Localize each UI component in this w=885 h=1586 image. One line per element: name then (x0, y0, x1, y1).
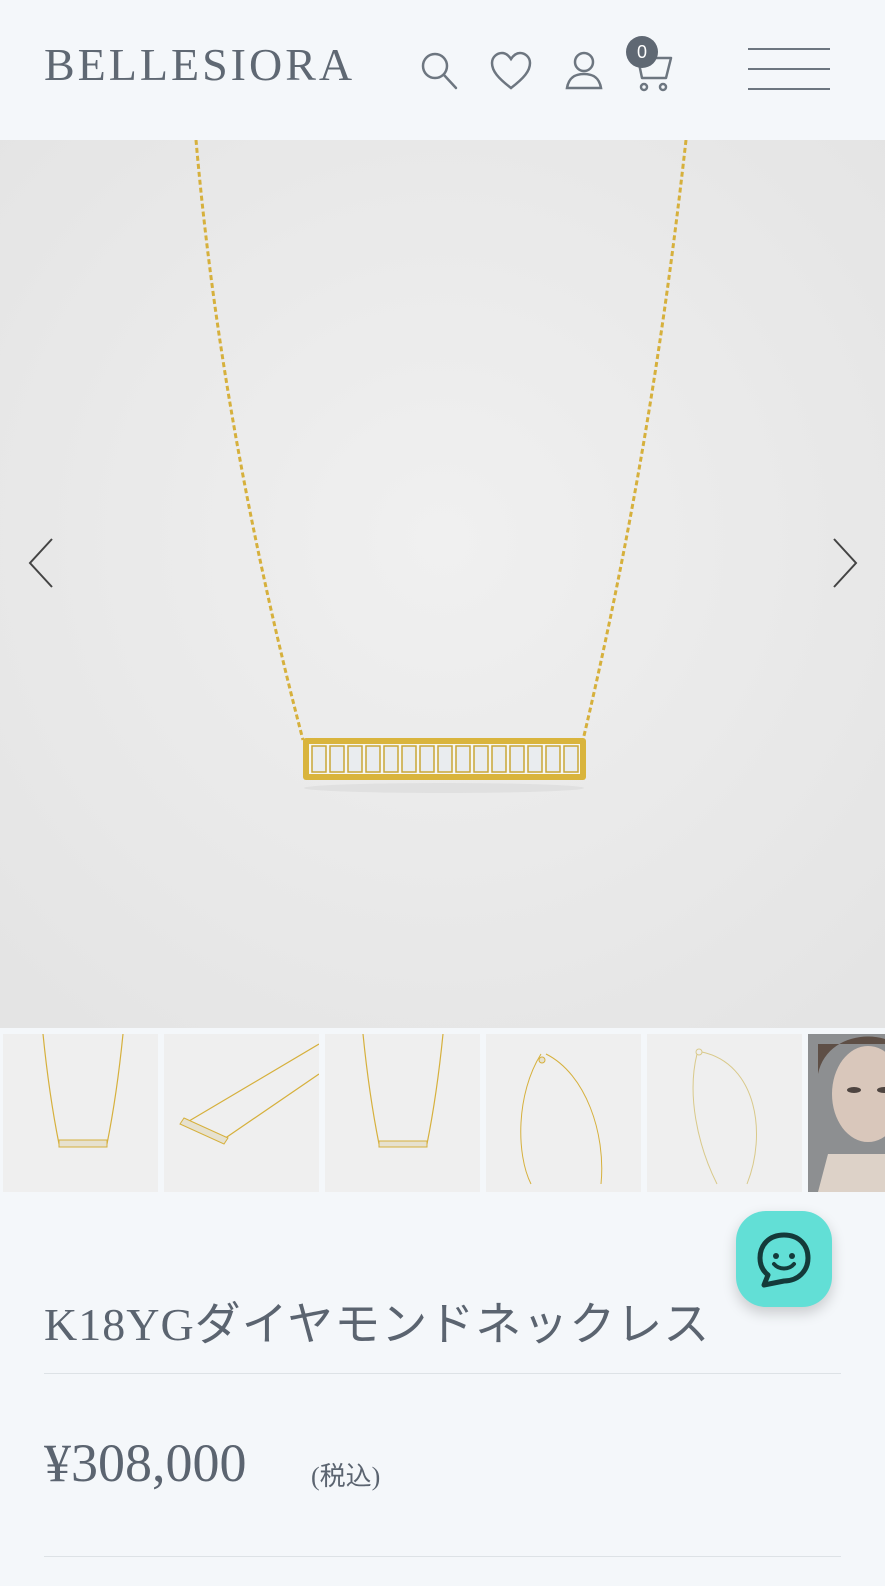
product-title: K18YGダイヤモンドネックレス (44, 1299, 711, 1350)
thumbnail-1[interactable] (3, 1034, 158, 1192)
necklace-image (0, 140, 885, 1028)
chat-bubble-icon (757, 1232, 811, 1288)
thumbnail-4[interactable] (486, 1034, 641, 1192)
thumbnail-6-model[interactable] (808, 1034, 885, 1192)
thumbnail-3[interactable] (325, 1034, 480, 1192)
product-main-image (0, 140, 885, 1028)
thumbnail-5[interactable] (647, 1034, 802, 1192)
thumbnail-strip (0, 1034, 885, 1192)
hamburger-menu-button[interactable] (748, 48, 830, 92)
divider (44, 1373, 841, 1374)
thumbnail-2[interactable] (164, 1034, 319, 1192)
site-header: BELLESIORA 0 (0, 0, 885, 140)
previous-image-arrow[interactable] (24, 535, 60, 591)
user-icon[interactable] (561, 48, 607, 94)
tax-note: (税込) (311, 1462, 381, 1491)
brand-logo[interactable]: BELLESIORA (44, 42, 355, 88)
product-price: ¥308,000 (44, 1433, 247, 1493)
search-icon[interactable] (416, 48, 462, 94)
chat-button[interactable] (736, 1211, 832, 1307)
heart-icon[interactable] (488, 48, 534, 94)
next-image-arrow[interactable] (826, 535, 862, 591)
cart-count-badge: 0 (626, 36, 658, 68)
divider (44, 1556, 841, 1557)
